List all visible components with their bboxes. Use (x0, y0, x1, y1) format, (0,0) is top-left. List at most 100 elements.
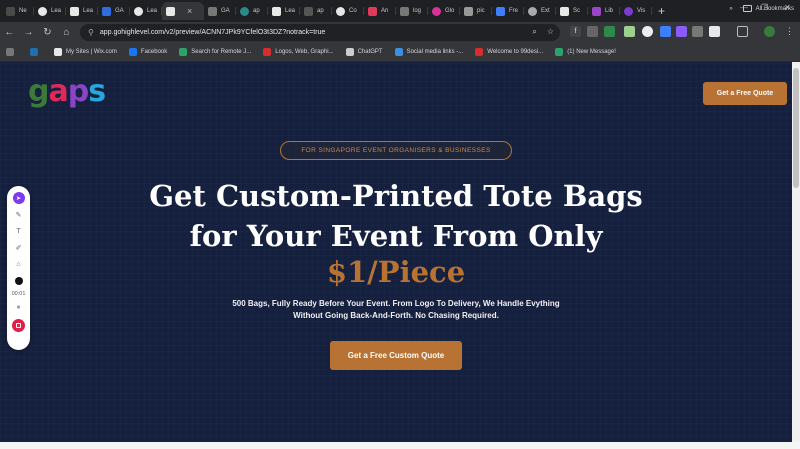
browser-tab[interactable]: Sc (556, 2, 588, 20)
site-info-icon[interactable]: ⚲ (88, 28, 94, 37)
tab-favicon-icon (368, 6, 377, 16)
bookmark-star-icon[interactable]: ☆ (547, 27, 554, 37)
browser-tab[interactable]: pic (460, 2, 492, 20)
menu-kebab-icon[interactable]: ⋮ (784, 26, 795, 37)
tab-label: Ne (19, 8, 27, 14)
browser-tab[interactable]: Lib (588, 2, 620, 20)
tab-label: Lea (147, 8, 158, 14)
tab-favicon-icon (70, 6, 79, 16)
tab-favicon-icon (134, 6, 143, 16)
extension-icon[interactable]: f (570, 26, 581, 37)
get-free-custom-quote-button[interactable]: Get a Free Custom Quote (330, 341, 462, 370)
zoom-icon[interactable]: ⌕ (532, 27, 536, 37)
bookmark-item[interactable] (6, 48, 18, 56)
bookmark-favicon-icon (54, 48, 62, 56)
stop-recording-icon[interactable] (12, 318, 25, 332)
extension-icon[interactable] (692, 26, 703, 37)
scrollbar-thumb[interactable] (793, 68, 799, 188)
browser-tab[interactable]: Lea (268, 2, 300, 20)
browser-tab[interactable]: Glo (428, 2, 460, 20)
browser-tab[interactable]: Lea (34, 2, 66, 20)
bookmark-favicon-icon (475, 48, 484, 56)
bookmark-label: Social media links -... (406, 49, 464, 55)
tab-label: Sc (573, 8, 581, 14)
browser-tab[interactable]: An (364, 2, 396, 20)
bookmark-label: Logos, Web, Graphi... (275, 49, 334, 55)
browser-tab[interactable]: Vis (620, 2, 652, 20)
extension-icon[interactable] (660, 26, 671, 37)
browser-tab[interactable]: GA (98, 2, 130, 20)
extension-icon[interactable] (642, 26, 653, 37)
extension-icon[interactable] (624, 26, 635, 37)
cursor-tool-icon[interactable]: ➤ (12, 192, 25, 204)
tab-label: log (413, 8, 422, 14)
bookmark-item[interactable]: Logos, Web, Graphi... (263, 48, 334, 56)
bookmark-item[interactable]: My Sites | Wix.com (54, 48, 117, 56)
bookmark-favicon-icon (30, 48, 38, 56)
bookmark-item[interactable]: Welcome to 99desi... (475, 48, 543, 56)
browser-tab[interactable]: Lea (66, 2, 98, 20)
tab-label: An (381, 8, 389, 14)
color-picker-icon[interactable] (13, 275, 25, 287)
recorder-toolbar: ➤ ✎ T ✐ ⌂ 00:01 ⏸ (7, 186, 30, 350)
browser-tab[interactable]: ap (300, 2, 332, 20)
bookmarks-bar: My Sites | Wix.com Facebook Search for Rem… (0, 43, 800, 62)
page-bottom-edge (0, 442, 800, 449)
tab-label: Lib (605, 8, 614, 14)
bookmark-item[interactable]: Social media links -... (394, 48, 464, 56)
extensions-puzzle-icon[interactable] (737, 26, 748, 37)
bookmark-item[interactable]: Facebook (128, 48, 167, 56)
extension-icon[interactable] (676, 26, 687, 37)
bookmark-favicon-icon (263, 48, 272, 56)
tab-label: Lea (83, 8, 94, 14)
extension-icon[interactable] (604, 26, 615, 37)
pen-tool-icon[interactable]: ✎ (13, 209, 25, 221)
gaps-logo[interactable]: g a p s (28, 74, 106, 109)
forward-icon[interactable]: → (19, 27, 38, 38)
reload-icon[interactable]: ↻ (38, 27, 57, 38)
tab-favicon-icon (432, 6, 441, 16)
browser-tab[interactable]: Ext (524, 2, 556, 20)
new-tab-icon[interactable]: + (658, 4, 665, 18)
browser-tab[interactable]: × (162, 2, 204, 20)
browser-tab[interactable]: log (396, 2, 428, 20)
text-tool-icon[interactable]: T (13, 225, 25, 237)
tab-favicon-icon (6, 6, 15, 16)
browser-tab[interactable]: ap (236, 2, 268, 20)
tab-label: Glo (445, 8, 455, 14)
tab-favicon-icon (102, 6, 111, 16)
tab-favicon-icon (624, 6, 633, 16)
tab-favicon-icon (166, 6, 175, 16)
bookmark-item[interactable]: ChatGPT (345, 48, 383, 56)
eraser-icon[interactable]: ⌂ (13, 258, 25, 270)
audience-badge: FOR SINGAPORE EVENT ORGANISERS & BUSINES… (280, 141, 512, 160)
browser-tab[interactable]: Co (332, 2, 364, 20)
chevron-more-icon[interactable]: » (729, 6, 732, 12)
browser-tab[interactable]: GA (204, 2, 236, 20)
page-scrollbar[interactable] (792, 62, 800, 442)
extension-icon[interactable] (709, 26, 720, 37)
avatar[interactable] (764, 26, 775, 37)
tab-label: ap (317, 8, 324, 14)
back-icon[interactable]: ← (0, 27, 19, 38)
all-bookmarks[interactable]: » All Bookmarks (729, 5, 794, 12)
address-bar[interactable]: ⚲ app.gohighlevel.com/v2/preview/ACNN7JP… (80, 24, 560, 41)
home-icon[interactable]: ⌂ (57, 27, 76, 38)
tab-label: Fre (509, 8, 518, 14)
extension-icon[interactable] (587, 26, 598, 37)
browser-tab[interactable]: Ne (2, 2, 34, 20)
all-bookmarks-label: All Bookmarks (755, 5, 794, 12)
pause-icon[interactable]: ⏸ (13, 302, 25, 314)
browser-tab[interactable]: Fre (492, 2, 524, 20)
folder-icon (742, 5, 752, 12)
bookmark-item[interactable] (30, 48, 42, 56)
recording-timer: 00:01 (11, 291, 26, 297)
highlighter-icon[interactable]: ✐ (13, 242, 25, 254)
bookmark-item[interactable]: Search for Remote J... (179, 48, 251, 56)
browser-tab[interactable]: Lea (130, 2, 162, 20)
bookmark-favicon-icon (394, 48, 403, 56)
close-tab-icon[interactable]: × (187, 6, 192, 16)
bookmark-item[interactable]: (1) New Message! (555, 48, 616, 56)
get-free-quote-button[interactable]: Get a Free Quote (703, 82, 787, 105)
tab-strip: Ne Lea Lea GA Lea × GA ap Lea ap Co An log Glo pic Fre E… (0, 0, 800, 22)
